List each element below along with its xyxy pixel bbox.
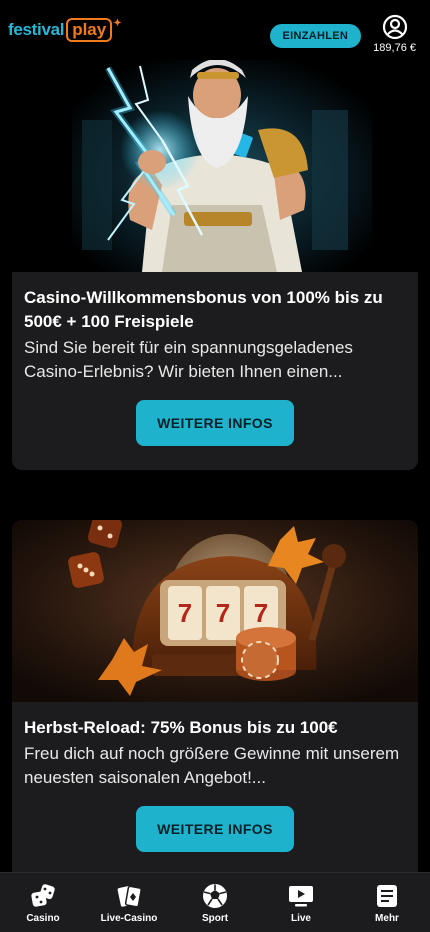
cards-icon <box>117 885 142 907</box>
nav-item-sport[interactable]: Sport <box>172 882 258 924</box>
soccer-ball-icon <box>203 883 227 908</box>
tv-play-icon <box>289 885 313 906</box>
promo-image-slot-machine: 7 7 7 <box>12 520 418 702</box>
nav-label: Casino <box>26 912 60 924</box>
top-header: festival play ✦ EINZAHLEN 189,76 € <box>0 0 430 60</box>
nav-item-casino[interactable]: Casino <box>0 882 86 924</box>
nav-item-live[interactable]: Live <box>258 882 344 924</box>
slot-reel-symbol: 7 <box>254 598 268 628</box>
account-menu[interactable]: 189,76 € <box>373 14 416 54</box>
promo-card-autumn-reload: 7 7 7 Herbst-Reload: 75% Bonus bis zu 10… <box>12 520 418 932</box>
festivalplay-logo[interactable]: festival play ✦ <box>8 18 122 42</box>
nav-label: Live <box>290 912 311 924</box>
more-info-button[interactable]: WEITERE INFOS <box>136 806 294 852</box>
nav-item-more[interactable]: Mehr <box>344 882 430 924</box>
page: Casino-Willkommensbonus von 100% bis zu … <box>0 0 430 932</box>
promo-card-welcome: Casino-Willkommensbonus von 100% bis zu … <box>12 0 418 470</box>
deposit-button[interactable]: EINZAHLEN <box>269 24 362 48</box>
account-balance: 189,76 € <box>373 42 416 54</box>
logo-spark-icon: ✦ <box>113 18 122 29</box>
more-info-button[interactable]: WEITERE INFOS <box>136 400 294 446</box>
promo-title: Herbst-Reload: 75% Bonus bis zu 100€ <box>24 718 338 737</box>
menu-list-icon <box>377 884 397 907</box>
promo-title: Casino-Willkommensbonus von 100% bis zu … <box>24 288 383 331</box>
slot-reel-symbol: 7 <box>216 598 230 628</box>
nav-label: Live-Casino <box>100 912 158 924</box>
user-account-icon[interactable] <box>382 14 408 40</box>
logo-text-play: play <box>66 18 113 42</box>
promo-description: Freu dich auf noch größere Gewinne mit u… <box>24 744 400 787</box>
nav-item-live-casino[interactable]: Live-Casino <box>86 882 172 924</box>
slot-reel-symbol: 7 <box>178 598 192 628</box>
nav-label: Mehr <box>375 912 399 924</box>
logo-text-festival: festival <box>8 20 65 39</box>
bottom-navigation: Casino Live-Casino Sport Live Mehr <box>0 872 430 932</box>
dice-icon <box>31 883 55 907</box>
header-actions: EINZAHLEN 189,76 € <box>269 6 416 54</box>
nav-label: Sport <box>201 912 229 924</box>
promo-description: Sind Sie bereit für ein spannungsgeladen… <box>24 338 353 381</box>
